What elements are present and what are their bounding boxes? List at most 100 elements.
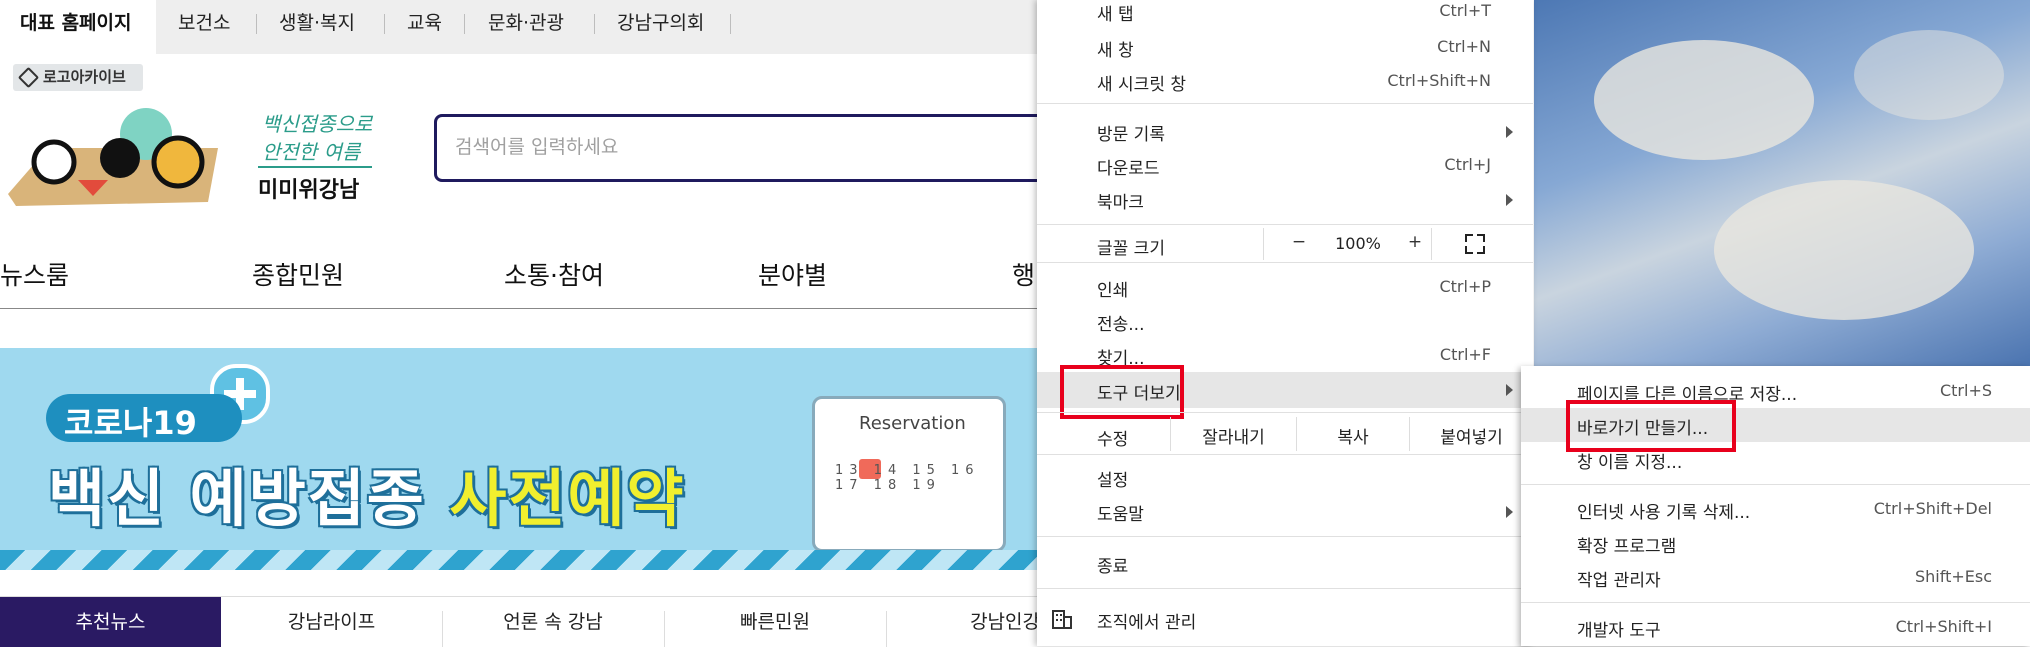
- tab-life-welfare[interactable]: 생활·복지: [279, 0, 355, 47]
- more-tools-submenu: 페이지를 다른 이름으로 저장... Ctrl+S 바로가기 만들기... 창 …: [1521, 366, 2030, 646]
- nav-communication[interactable]: 소통·참여: [504, 256, 604, 292]
- menu-shortcut: Ctrl+J: [1444, 155, 1491, 174]
- slogan-line3: 미미위강남: [258, 178, 360, 203]
- zoom-divider: [1263, 228, 1264, 260]
- menu-new-incognito[interactable]: 새 시크릿 창 Ctrl+Shift+N: [1037, 64, 1533, 98]
- fullscreen-icon[interactable]: [1465, 234, 1485, 254]
- character-left: [31, 139, 77, 185]
- search-box: [434, 114, 1060, 182]
- menu-print[interactable]: 인쇄 Ctrl+P: [1037, 270, 1533, 304]
- tab-district-council[interactable]: 강남구의회: [617, 0, 704, 47]
- tab-health-center[interactable]: 보건소: [178, 0, 230, 47]
- menu-history[interactable]: 방문 기록: [1037, 114, 1533, 148]
- menu-item-label: 다운로드: [1097, 159, 1160, 179]
- logo-archive-button[interactable]: 로고아카이브: [13, 64, 143, 91]
- menu-item-label: 인쇄: [1097, 281, 1129, 301]
- banner-stripe: [0, 550, 1040, 570]
- menu-divider: [1037, 262, 1533, 263]
- menu-new-tab[interactable]: 새 탭 Ctrl+T: [1037, 0, 1533, 28]
- menu-shortcut: Ctrl+Shift+Del: [1873, 499, 1992, 518]
- nav-admin[interactable]: 행: [1012, 256, 1035, 292]
- zoom-in-button[interactable]: +: [1400, 232, 1430, 252]
- nav-civil-service[interactable]: 종합민원: [252, 256, 344, 292]
- menu-divider: [1037, 224, 1533, 225]
- menu-item-label: 전송...: [1097, 315, 1145, 335]
- banner-title-white: 백신 예방접종: [48, 462, 450, 535]
- tab-education[interactable]: 교육: [407, 0, 442, 47]
- paste-button[interactable]: 붙여넣기: [1410, 423, 1533, 448]
- submenu-arrow-icon: [1506, 126, 1513, 138]
- menu-new-window[interactable]: 새 창 Ctrl+N: [1037, 30, 1533, 64]
- cloud-shape: [1594, 40, 1814, 160]
- menu-item-label: 창 이름 지정...: [1577, 453, 1683, 473]
- menu-item-label: 새 탭: [1097, 5, 1134, 25]
- tab-divider: [464, 14, 465, 34]
- banner-title: 백신 예방접종 사전예약: [48, 448, 686, 538]
- menu-divider: [1037, 412, 1533, 413]
- menu-item-label: 새 시크릿 창: [1097, 75, 1187, 95]
- submenu-arrow-icon: [1506, 194, 1513, 206]
- zoom-out-button[interactable]: −: [1284, 232, 1314, 252]
- submenu-arrow-icon: [1506, 384, 1513, 396]
- desktop-wallpaper: [1534, 0, 2030, 366]
- tab-divider: [384, 14, 385, 34]
- menu-divider: [1037, 536, 1533, 537]
- menu-downloads[interactable]: 다운로드 Ctrl+J: [1037, 148, 1533, 182]
- tab-quick-civil[interactable]: 빠른민원: [664, 597, 886, 647]
- nav-by-field[interactable]: 분야별: [758, 256, 827, 292]
- cloud-shape: [1854, 30, 2004, 120]
- font-size-label: 글꼴 크기: [1097, 239, 1165, 259]
- menu-item-label: 새 창: [1097, 41, 1134, 61]
- menu-item-label: 북마크: [1097, 193, 1144, 213]
- edit-label: 수정: [1097, 430, 1129, 450]
- copy-button[interactable]: 복사: [1297, 423, 1409, 448]
- menu-shortcut: Ctrl+P: [1439, 277, 1491, 296]
- tab-gangnam-life[interactable]: 강남라이프: [221, 597, 442, 647]
- menu-shortcut: Ctrl+N: [1437, 37, 1491, 56]
- menu-bookmarks[interactable]: 북마크: [1037, 182, 1533, 216]
- menu-font-size-row: 글꼴 크기 − 100% +: [1037, 228, 1533, 260]
- tab-culture-tourism[interactable]: 문화·관광: [488, 0, 564, 47]
- menu-shortcut: Ctrl+Shift+N: [1387, 71, 1491, 90]
- tab-main-homepage[interactable]: 대표 홈페이지: [0, 0, 156, 54]
- tab-divider: [594, 14, 595, 34]
- nav-newsroom[interactable]: 뉴스룸: [0, 256, 69, 292]
- menu-managed-by-org[interactable]: 조직에서 관리: [1037, 602, 1533, 636]
- menu-item-label: 조직에서 관리: [1097, 613, 1197, 633]
- menu-item-label: 설정: [1097, 471, 1129, 491]
- menu-exit[interactable]: 종료: [1037, 546, 1533, 580]
- cut-button[interactable]: 잘라내기: [1171, 423, 1296, 448]
- menu-divider: [1521, 484, 2030, 485]
- submenu-name-window[interactable]: 창 이름 지정...: [1521, 442, 2030, 476]
- tab-gangnam-lecture[interactable]: 강남인강: [886, 597, 1040, 647]
- menu-item-label: 작업 관리자: [1577, 571, 1661, 591]
- gangnam-logo[interactable]: [8, 106, 222, 206]
- menu-settings[interactable]: 설정: [1037, 460, 1533, 494]
- submenu-developer-tools[interactable]: 개발자 도구 Ctrl+Shift+I: [1521, 610, 2030, 644]
- slogan-underline: [258, 166, 372, 168]
- tab-recommended-news[interactable]: 추천뉴스: [0, 597, 221, 647]
- menu-cast[interactable]: 전송...: [1037, 304, 1533, 338]
- covid-badge: 코로나19: [46, 394, 242, 442]
- building-icon: [1052, 610, 1072, 629]
- tab-divider: [256, 14, 257, 34]
- calendar-title: Reservation: [859, 413, 966, 434]
- logo-archive-label: 로고아카이브: [43, 68, 126, 86]
- slogan-line1: 백신접종으로: [262, 112, 373, 136]
- submenu-arrow-icon: [1506, 506, 1513, 518]
- submenu-extensions[interactable]: 확장 프로그램: [1521, 526, 2030, 560]
- news-tab-bar: 추천뉴스 강남라이프 언론 속 강남 빠른민원 강남인강: [0, 596, 1040, 647]
- tag-icon: [17, 66, 40, 89]
- menu-shortcut: Ctrl+S: [1939, 381, 1992, 400]
- highlight-box: [1060, 365, 1184, 419]
- vaccine-banner[interactable]: 코로나19 백신 예방접종 사전예약 Reservation 13 14 15 …: [0, 348, 1040, 570]
- submenu-task-manager[interactable]: 작업 관리자 Shift+Esc: [1521, 560, 2030, 594]
- menu-shortcut: Shift+Esc: [1914, 567, 1992, 586]
- calendar-illustration: Reservation 13 14 15 16 17 18 19: [812, 396, 1006, 552]
- main-navigation: 뉴스룸 종합민원 소통·참여 분야별 행: [0, 238, 1040, 309]
- tab-press-gangnam[interactable]: 언론 속 강남: [442, 597, 664, 647]
- menu-help[interactable]: 도움말: [1037, 494, 1533, 528]
- submenu-clear-browsing-data[interactable]: 인터넷 사용 기록 삭제... Ctrl+Shift+Del: [1521, 492, 2030, 526]
- menu-divider: [1037, 103, 1533, 104]
- search-input[interactable]: [453, 129, 1017, 165]
